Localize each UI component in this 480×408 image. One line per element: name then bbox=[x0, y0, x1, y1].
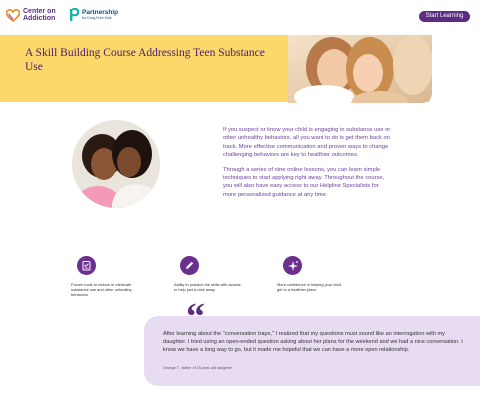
feature-text: Proven tools to reduce or eliminate subs… bbox=[71, 282, 132, 297]
start-learning-button[interactable]: Start Learning bbox=[419, 11, 470, 22]
partnership-logo[interactable]: Partnership for Drug-Free Kids bbox=[69, 8, 118, 22]
logo-partner-title: Partnership bbox=[82, 9, 119, 16]
heart-logo-icon bbox=[6, 8, 20, 22]
site-header: Center on Addiction Partnership for Drug… bbox=[0, 0, 480, 30]
feature-item-proven-tools: Proven tools to reduce or eliminate subs… bbox=[71, 256, 141, 297]
page-title: A Skill Building Course Addressing Teen … bbox=[25, 47, 265, 73]
feature-text: Ability to practice the skills with acce… bbox=[174, 282, 241, 292]
center-on-addiction-logo[interactable]: Center on Addiction bbox=[6, 8, 56, 22]
feature-text: More confidence in helping your child ge… bbox=[277, 282, 342, 292]
intro-copy: If you suspect or know your child is eng… bbox=[223, 126, 393, 199]
logo-partner-subtitle: for Drug-Free Kids bbox=[82, 16, 112, 20]
sparkle-icon bbox=[283, 256, 302, 275]
testimonial-quote: After learning about the "conversation t… bbox=[163, 331, 463, 353]
intro-paragraph-2: Through a series of nine online lessons,… bbox=[223, 166, 385, 198]
mother-daughter-hero-photo bbox=[288, 35, 432, 103]
logo-coa-line2: Addiction bbox=[23, 15, 56, 22]
logo-coa-line1: Center on bbox=[23, 8, 56, 15]
feature-item-practice-skills: Ability to practice the skills with acce… bbox=[174, 256, 244, 292]
intro-paragraph-1: If you suspect or know your child is eng… bbox=[223, 127, 391, 159]
checklist-icon bbox=[77, 256, 96, 275]
partnership-p-icon bbox=[70, 8, 79, 21]
pencil-icon bbox=[180, 256, 199, 275]
feature-item-more-confidence: More confidence in helping your child ge… bbox=[277, 256, 347, 292]
mother-daughter-circle-photo bbox=[72, 120, 160, 208]
testimonial-author: George T., father of 15-year-old daughte… bbox=[163, 366, 232, 370]
